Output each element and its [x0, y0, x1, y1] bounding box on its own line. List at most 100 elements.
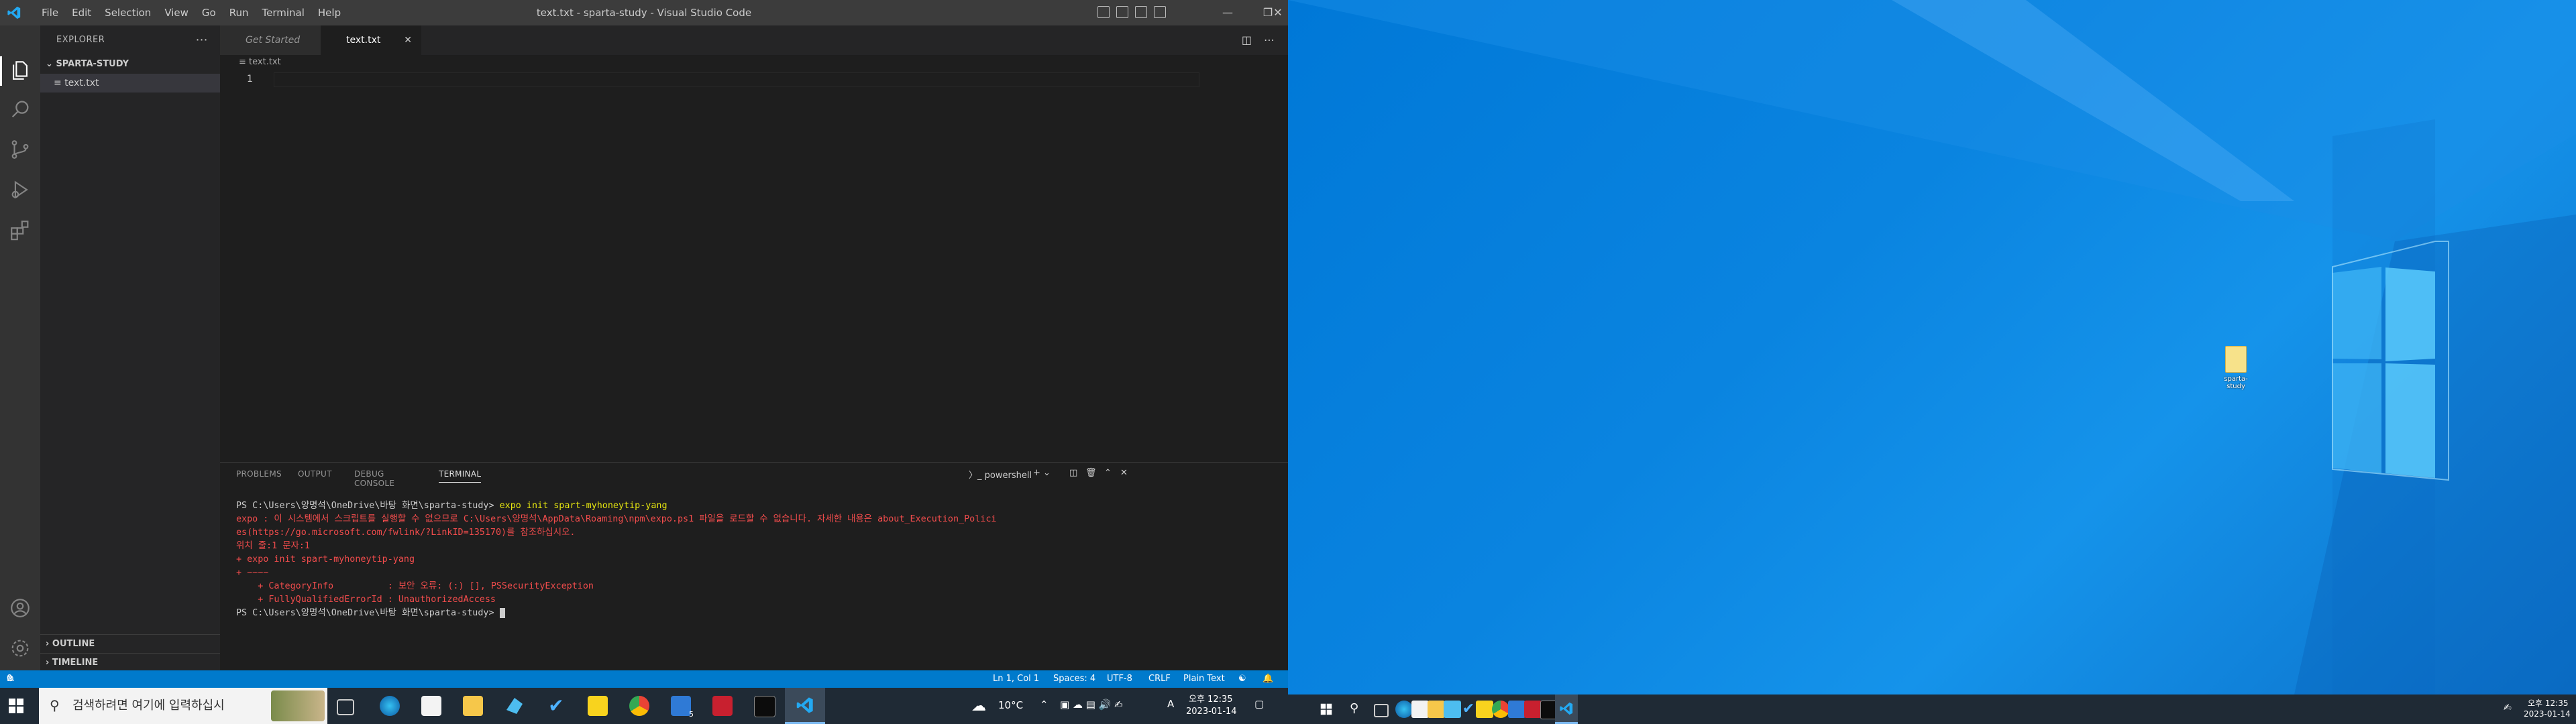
trash-icon[interactable]: 🗑: [1085, 468, 1097, 478]
encoding[interactable]: UTF-8: [1107, 670, 1132, 688]
end-of-line[interactable]: CRLF: [1148, 670, 1171, 688]
file-explorer-icon[interactable]: [1428, 701, 1445, 718]
search-highlight-image: [271, 690, 325, 721]
file-name: text.txt: [64, 78, 99, 88]
vscode-taskbar-button[interactable]: [1555, 695, 1578, 724]
minimize-button[interactable]: —: [1208, 0, 1248, 25]
tab-text-txt[interactable]: text.txt ✕: [321, 25, 421, 55]
desktop-folder[interactable]: sparta-study: [2218, 346, 2254, 390]
notification-center-icon[interactable]: ▢: [1254, 698, 1264, 710]
account-icon[interactable]: [9, 597, 32, 619]
prompt: PS C:\Users\양명석\OneDrive\바탕 화면\sparta-st…: [236, 501, 500, 511]
more-actions-icon[interactable]: ⋯: [1264, 34, 1275, 46]
maximize-panel-icon[interactable]: ⌃: [1104, 468, 1112, 478]
windows-start-icon[interactable]: [1320, 703, 1332, 715]
vscode-icon: [796, 697, 813, 713]
timeline-section[interactable]: › TIMELINE: [40, 653, 220, 672]
tab-get-started[interactable]: Get Started: [220, 25, 321, 55]
chevron-up-icon[interactable]: ⌃: [1040, 699, 1049, 711]
close-tab-icon[interactable]: ✕: [404, 25, 412, 55]
tab-debug-console[interactable]: DEBUG CONSOLE: [354, 469, 394, 488]
menu-edit[interactable]: Edit: [65, 7, 98, 19]
indentation[interactable]: Spaces: 4: [1053, 670, 1095, 688]
source-control-icon[interactable]: [9, 138, 32, 161]
manage-gear-icon[interactable]: [9, 637, 32, 660]
extensions-icon[interactable]: [9, 219, 32, 241]
new-terminal-icon[interactable]: + ⌄: [1033, 468, 1051, 478]
sticky-notes-icon[interactable]: [588, 696, 608, 716]
folder-section[interactable]: ⌄ SPARTA-STUDY: [40, 55, 220, 74]
search-icon[interactable]: [9, 98, 32, 121]
chrome-icon[interactable]: [1492, 701, 1509, 718]
chevron-right-icon: ›: [46, 639, 50, 649]
menu-run[interactable]: Run: [223, 7, 256, 19]
acrobat-icon[interactable]: [712, 696, 733, 716]
edge-browser-icon[interactable]: [380, 696, 400, 716]
run-debug-icon[interactable]: [9, 178, 32, 201]
toggle-sidebar-icon[interactable]: [1097, 6, 1110, 18]
clock-date[interactable]: 2023-01-14: [1186, 707, 1237, 717]
more-actions-icon[interactable]: ⋯: [196, 25, 209, 55]
pen-icon[interactable]: ✍: [2504, 703, 2512, 713]
split-terminal-icon[interactable]: ◫: [1069, 468, 1077, 478]
current-line-highlight[interactable]: [274, 72, 1199, 87]
cursor-position[interactable]: Ln 1, Col 1: [993, 670, 1039, 688]
ime-indicator[interactable]: A: [1167, 698, 1174, 710]
clock-time[interactable]: 오후 12:35: [1189, 692, 1233, 705]
store-icon[interactable]: [421, 696, 441, 716]
windows-start-icon[interactable]: [8, 698, 24, 714]
terminal-app-icon[interactable]: [754, 696, 775, 717]
terminal-error-line: + FullyQualifiedErrorId : UnauthorizedAc…: [236, 595, 496, 605]
feedback-icon[interactable]: ☯: [1238, 670, 1246, 688]
tab-terminal[interactable]: TERMINAL: [439, 469, 482, 483]
language-mode[interactable]: Plain Text: [1183, 670, 1225, 688]
task-view-icon[interactable]: [1374, 704, 1389, 717]
notifications-bell-icon[interactable]: 🔔: [1263, 670, 1273, 688]
customize-layout-icon[interactable]: [1154, 6, 1166, 18]
tray-icons[interactable]: ▣ ☁ ▤ 🔊 ✍: [1060, 699, 1123, 711]
bird-app-icon[interactable]: [506, 698, 523, 714]
menu-go[interactable]: Go: [195, 7, 223, 19]
terminal-error-line: expo : 이 시스템에서 스크립트를 실행할 수 없으므로 C:\Users…: [236, 514, 997, 524]
taskbar-search-box[interactable]: ⚲ 검색하려면 여기에 입력하십시: [39, 688, 327, 724]
search-icon[interactable]: ⚲: [1350, 701, 1358, 715]
todo-check-icon[interactable]: ✔: [546, 696, 566, 716]
menu-view[interactable]: View: [158, 7, 195, 19]
menu-help[interactable]: Help: [311, 7, 347, 19]
folder-name: SPARTA-STUDY: [56, 59, 129, 69]
file-explorer-icon[interactable]: [463, 696, 483, 716]
weather-temp[interactable]: 10°C: [998, 699, 1023, 711]
split-editor-icon[interactable]: ◫: [1242, 34, 1252, 46]
todo-check-icon[interactable]: ✔: [1460, 701, 1477, 718]
prompt: PS C:\Users\양명석\OneDrive\바탕 화면\sparta-st…: [236, 608, 500, 618]
close-button[interactable]: ✕: [1268, 0, 1288, 25]
tab-problems[interactable]: PROBLEMS: [236, 469, 282, 479]
chrome-icon[interactable]: [629, 696, 649, 716]
acrobat-icon[interactable]: [1524, 701, 1542, 718]
edge-browser-icon[interactable]: [1395, 701, 1413, 718]
store-icon[interactable]: [1411, 701, 1429, 718]
menu-selection[interactable]: Selection: [98, 7, 158, 19]
bird-app-icon[interactable]: [1444, 701, 1461, 718]
breadcrumb[interactable]: ≡ text.txt: [239, 55, 281, 70]
close-panel-icon[interactable]: ✕: [1120, 468, 1128, 478]
terminal-shell-selector[interactable]: 〉_ powershell: [969, 468, 1032, 481]
vscode-taskbar-button[interactable]: [785, 688, 825, 724]
cloud-weather-icon[interactable]: ☁: [971, 698, 986, 715]
outlook-icon[interactable]: 5: [671, 696, 694, 719]
sticky-notes-icon[interactable]: [1476, 701, 1493, 718]
menu-terminal[interactable]: Terminal: [256, 7, 311, 19]
explorer-header: EXPLORER ⋯: [40, 25, 220, 55]
outlook-icon[interactable]: [1508, 701, 1525, 718]
clock-time[interactable]: 오후 12:35: [2528, 697, 2568, 709]
toggle-panel-icon[interactable]: [1116, 6, 1128, 18]
tab-output[interactable]: OUTPUT: [298, 469, 332, 479]
terminal-output[interactable]: PS C:\Users\양명석\OneDrive\바탕 화면\sparta-st…: [236, 499, 1283, 620]
explorer-icon[interactable]: [9, 59, 32, 82]
menu-file[interactable]: File: [35, 7, 65, 19]
clock-date[interactable]: 2023-01-14: [2524, 709, 2571, 719]
task-view-icon[interactable]: [337, 699, 354, 715]
outline-section[interactable]: › OUTLINE: [40, 634, 220, 653]
toggle-secondary-sidebar-icon[interactable]: [1135, 6, 1147, 18]
file-item-text-txt[interactable]: ≡ text.txt: [40, 74, 220, 93]
